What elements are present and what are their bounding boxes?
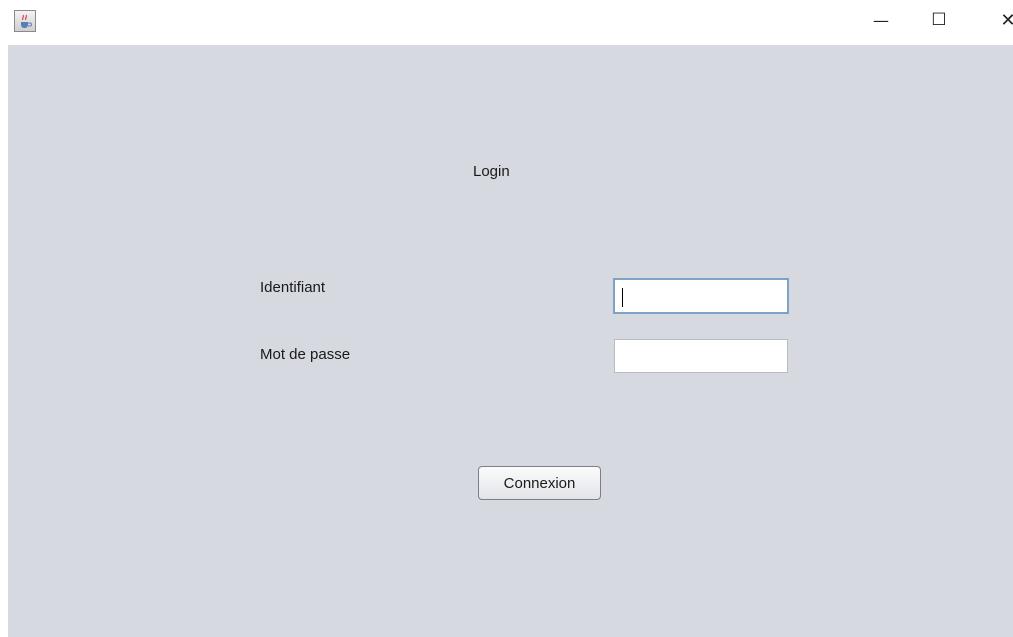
minimize-icon: — <box>873 10 889 30</box>
app-window: — ☐ ✕ Login Identifiant Mot de passe Con… <box>0 0 1013 637</box>
close-icon: ✕ <box>1000 9 1013 31</box>
connexion-button[interactable]: Connexion <box>478 466 601 500</box>
minimize-button[interactable]: — <box>858 0 904 40</box>
title-bar[interactable]: — ☐ ✕ <box>0 0 1013 45</box>
login-panel: Login Identifiant Mot de passe Connexion <box>8 45 1013 637</box>
maximize-icon: ☐ <box>931 10 947 30</box>
password-input[interactable] <box>614 339 788 373</box>
close-button[interactable]: ✕ <box>988 0 1013 40</box>
maximize-button[interactable]: ☐ <box>916 0 962 40</box>
password-label: Mot de passe <box>260 346 351 363</box>
text-caret <box>622 288 623 307</box>
identifier-input[interactable] <box>613 278 789 314</box>
identifier-label: Identifiant <box>260 279 326 296</box>
login-title: Login <box>473 163 510 180</box>
java-cup-icon[interactable] <box>14 10 36 32</box>
